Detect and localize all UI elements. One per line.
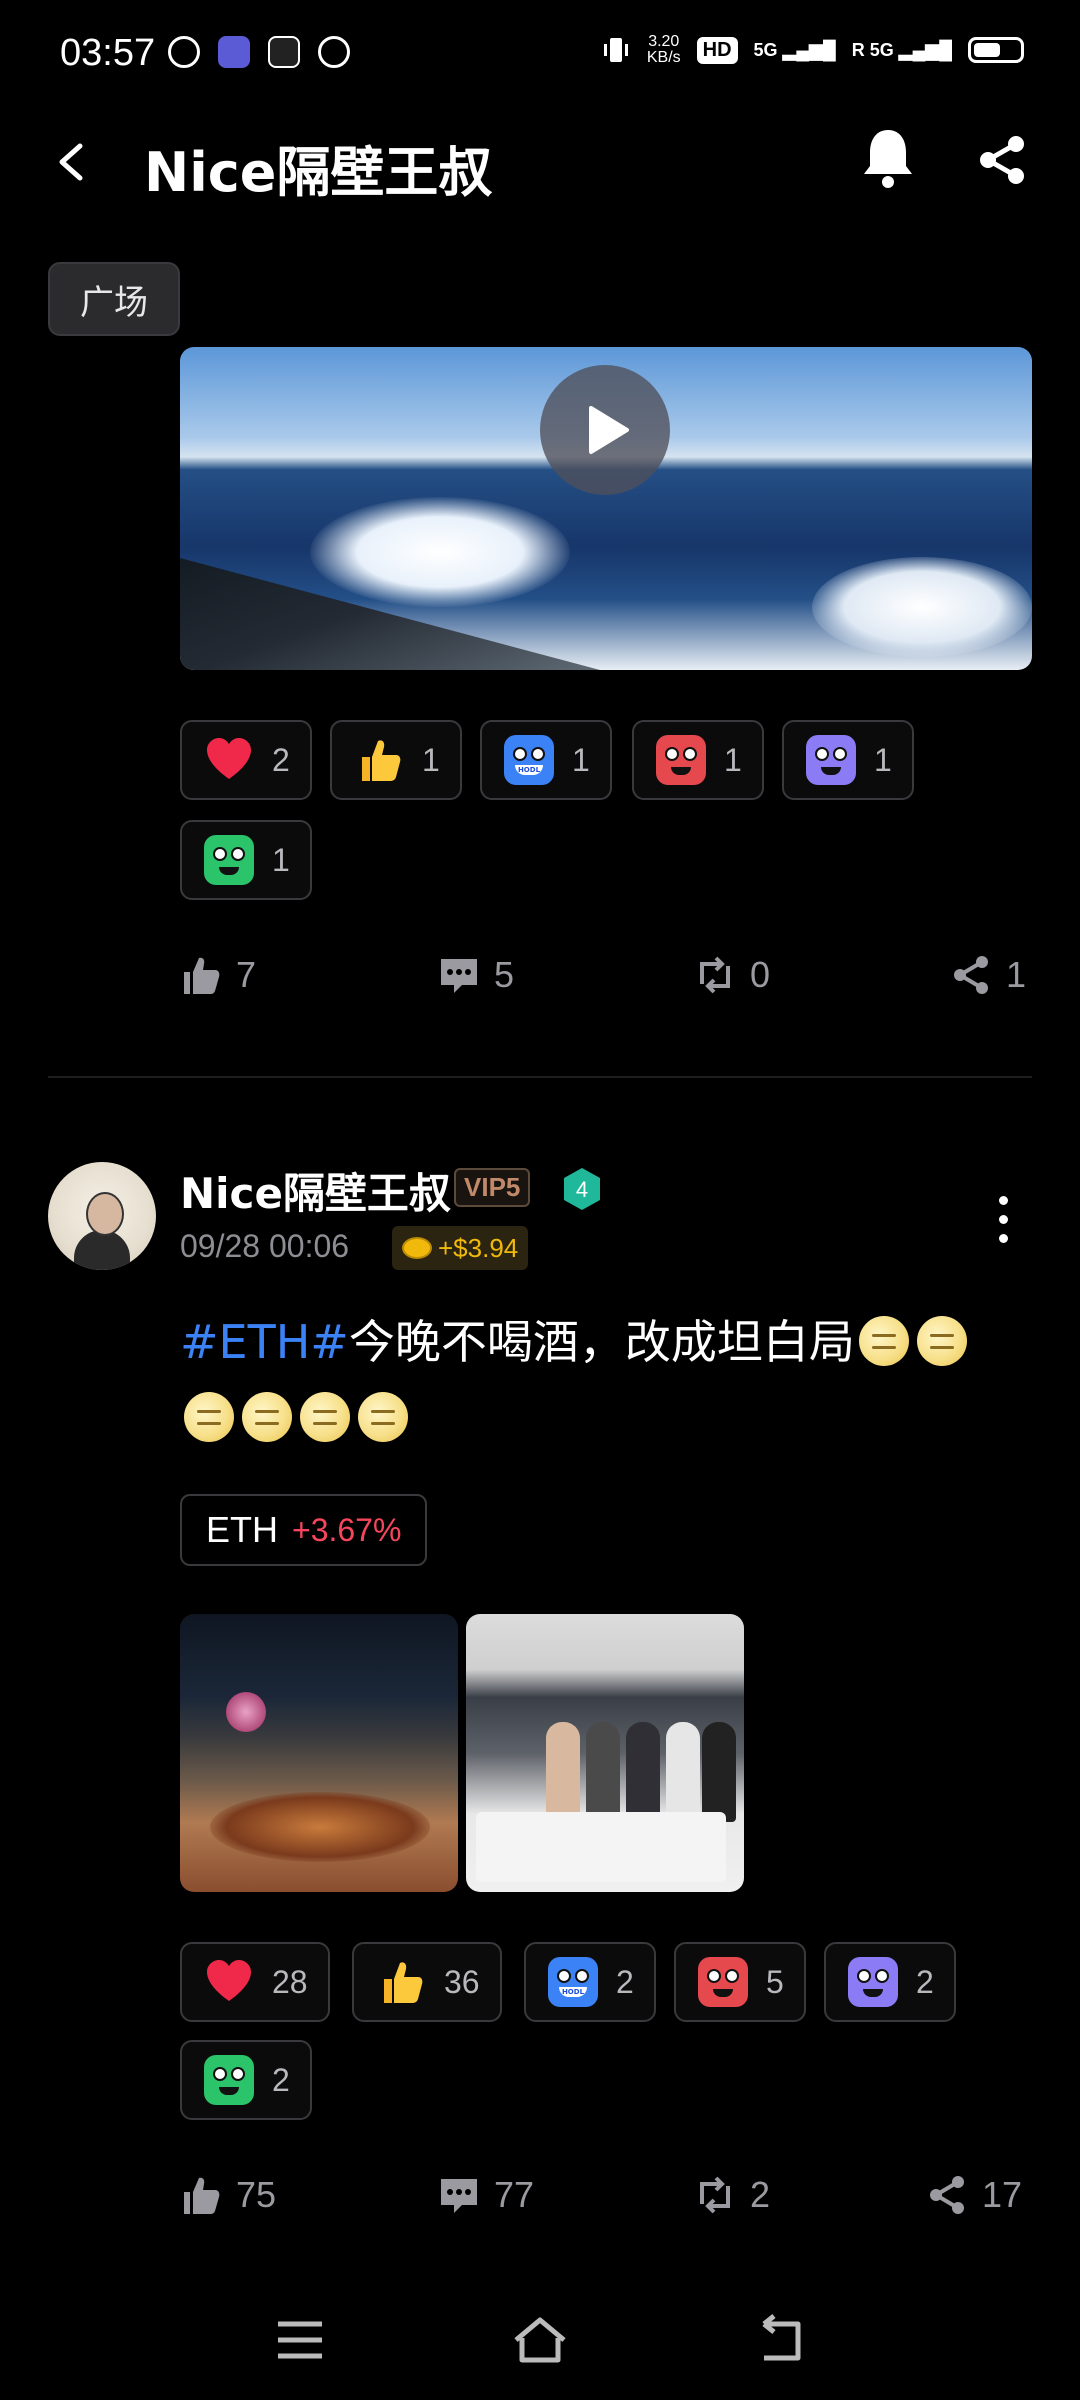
- hashtag-link[interactable]: #ETH#: [180, 1315, 349, 1369]
- link-icon: [318, 36, 350, 68]
- repost-icon: [700, 956, 730, 994]
- signal-5g-1: 5G ▂▄▆█: [753, 39, 836, 60]
- moon-face-emoji: [300, 1392, 350, 1442]
- menu-icon[interactable]: [270, 2310, 330, 2370]
- sick-emoji: [204, 835, 254, 885]
- share-action[interactable]: 17: [926, 2174, 1022, 2216]
- reaction-ghost[interactable]: 2: [824, 1942, 956, 2022]
- comment-icon: [441, 2179, 477, 2213]
- reaction-hodl[interactable]: HODL 1: [480, 720, 612, 800]
- coin-tag[interactable]: ETH +3.67%: [180, 1494, 428, 1566]
- vip-badge: VIP5: [454, 1168, 531, 1207]
- angry-emoji: [656, 735, 706, 785]
- reaction-angry[interactable]: 1: [632, 720, 764, 800]
- thumbs-up-icon: [184, 2177, 220, 2214]
- vibrate-icon: [603, 38, 628, 62]
- thumbs-up-emoji: [376, 1957, 426, 2007]
- moon-face-emoji: [858, 1316, 909, 1366]
- share-action[interactable]: 1: [950, 954, 1026, 996]
- tiktok-icon: [268, 36, 300, 68]
- page-title: Nice隔壁王叔: [144, 141, 493, 204]
- post-divider: [48, 1076, 1032, 1078]
- heart-icon: [204, 735, 254, 785]
- signal-5g-2: R 5G ▂▄▆█: [851, 39, 952, 60]
- moon-face-emoji: [358, 1392, 408, 1442]
- repost-icon: [700, 2176, 730, 2214]
- moon-face-emoji: [184, 1392, 234, 1442]
- reaction-heart[interactable]: 28: [180, 1942, 330, 2022]
- coin-icon: [402, 1237, 432, 1259]
- post-content: #ETH#今晚不喝酒，改成坦白局: [180, 1304, 1020, 1456]
- wave-spray: [310, 497, 570, 607]
- app-notification-icon: [218, 36, 250, 68]
- wave-spray: [812, 557, 1032, 657]
- back-nav-icon[interactable]: [750, 2310, 810, 2370]
- post-photo-2[interactable]: [466, 1614, 744, 1892]
- earnings-badge: +$3.94: [392, 1226, 529, 1270]
- hodl-emoji: HODL: [548, 1957, 598, 2007]
- comment-icon: [441, 959, 477, 993]
- more-options-icon[interactable]: [992, 1196, 1014, 1252]
- post-photo-1[interactable]: [180, 1614, 458, 1892]
- whatsapp-icon: [168, 36, 200, 68]
- like-action[interactable]: 7: [180, 954, 256, 996]
- post-video[interactable]: [180, 347, 1032, 670]
- heart-icon: [204, 1957, 254, 2007]
- ghost-emoji: [848, 1957, 898, 2007]
- home-icon[interactable]: [510, 2310, 570, 2370]
- notification-icons: [168, 36, 350, 68]
- status-time: 03:57: [60, 32, 156, 74]
- back-icon[interactable]: [50, 140, 94, 184]
- post-date: 09/28 00:06: [180, 1228, 350, 1264]
- reaction-hodl[interactable]: HODL 2: [524, 1942, 656, 2022]
- moon-face-emoji: [916, 1316, 967, 1366]
- reaction-sick[interactable]: 2: [180, 2040, 312, 2120]
- post-text: 今晚不喝酒，改成坦白局: [348, 1315, 855, 1369]
- avatar[interactable]: [48, 1162, 156, 1270]
- ghost-emoji: [806, 735, 856, 785]
- thumbs-up-emoji: [354, 735, 404, 785]
- share-icon: [930, 2176, 964, 2214]
- reaction-angry[interactable]: 5: [674, 1942, 806, 2022]
- sick-emoji: [204, 2055, 254, 2105]
- net-speed: 3.20 KB/s: [646, 33, 681, 66]
- like-action[interactable]: 75: [180, 2174, 276, 2216]
- reaction-thumbs-up[interactable]: 1: [330, 720, 462, 800]
- comment-action[interactable]: 5: [438, 954, 514, 996]
- reaction-thumbs-up[interactable]: 36: [352, 1942, 502, 2022]
- play-button[interactable]: [540, 365, 670, 495]
- play-icon: [589, 406, 629, 454]
- username[interactable]: Nice隔壁王叔: [180, 1160, 451, 1221]
- square-tag[interactable]: 广场: [48, 262, 180, 336]
- thumbs-up-icon: [184, 957, 220, 994]
- repost-action[interactable]: 0: [694, 954, 770, 996]
- svg-text:4: 4: [576, 1177, 588, 1202]
- bell-icon[interactable]: [860, 126, 916, 190]
- hodl-emoji: HODL: [504, 735, 554, 785]
- status-right: 3.20 KB/s HD 5G ▂▄▆█ R 5G ▂▄▆█: [601, 34, 1024, 66]
- share-icon[interactable]: [976, 134, 1028, 186]
- share-icon: [954, 956, 988, 994]
- reaction-sick[interactable]: 1: [180, 820, 312, 900]
- reaction-heart[interactable]: 2: [180, 720, 312, 800]
- hd-badge: HD: [696, 36, 738, 64]
- repost-action[interactable]: 2: [694, 2174, 770, 2216]
- reaction-ghost[interactable]: 1: [782, 720, 914, 800]
- level-badge: 4: [564, 1168, 600, 1210]
- comment-action[interactable]: 77: [438, 2174, 534, 2216]
- moon-face-emoji: [242, 1392, 292, 1442]
- battery-icon: [968, 37, 1024, 63]
- angry-emoji: [698, 1957, 748, 2007]
